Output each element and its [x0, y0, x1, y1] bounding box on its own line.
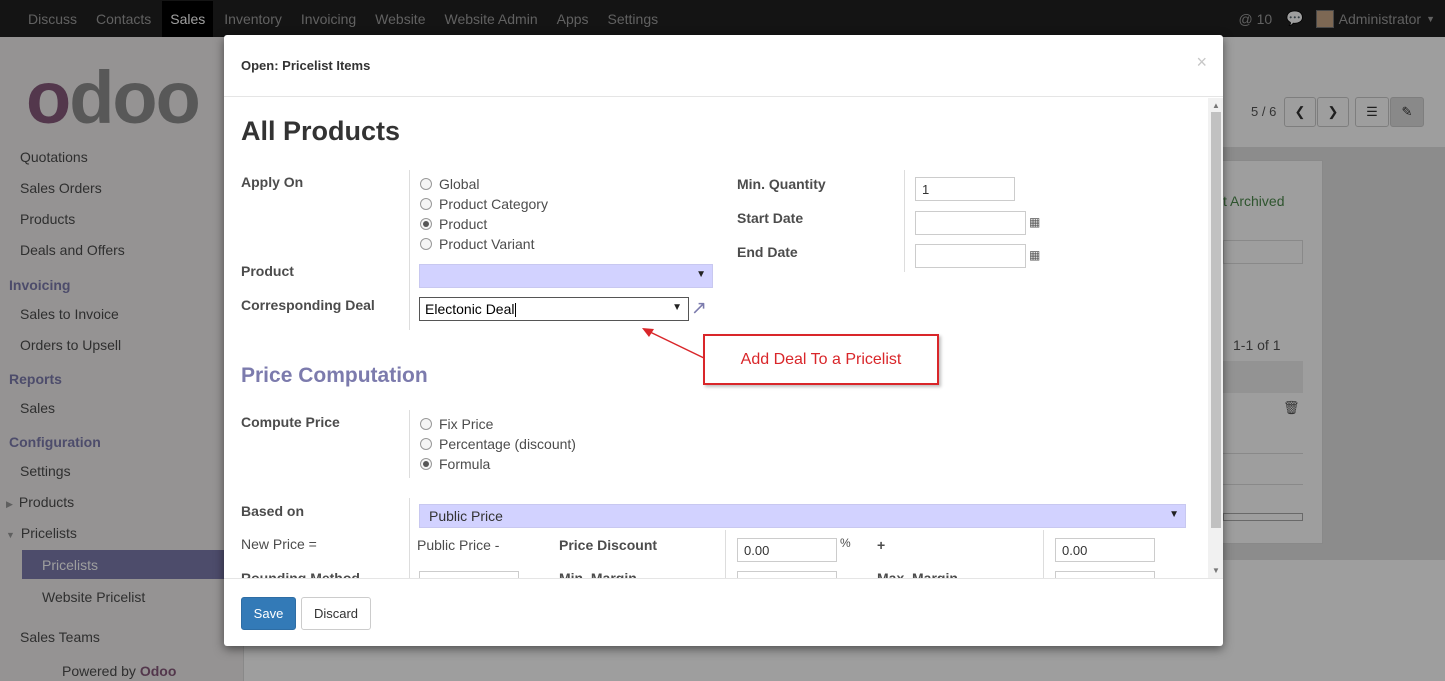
divider — [409, 410, 410, 478]
radio-option[interactable]: Global — [420, 174, 548, 194]
price-discount-label: Price Discount — [559, 537, 658, 553]
radio-label: Product Variant — [439, 236, 535, 252]
scroll-up-icon[interactable]: ▲ — [1212, 101, 1220, 110]
radio-button[interactable] — [420, 238, 432, 250]
rounding-input[interactable] — [419, 571, 519, 578]
divider — [409, 498, 410, 578]
deal-label: Corresponding Deal — [241, 297, 375, 313]
radio-label: Percentage (discount) — [439, 436, 576, 452]
divider — [1043, 530, 1044, 578]
min-margin-label: Min. Margin — [559, 570, 637, 578]
section-title: Price Computation — [241, 364, 428, 387]
radio-label: Product Category — [439, 196, 548, 212]
apply-on-radio-group: Global Product Category Product Product Var… — [420, 174, 548, 254]
compute-price-label: Compute Price — [241, 414, 340, 430]
annotation-arrow — [642, 328, 707, 360]
product-label: Product — [241, 263, 294, 279]
new-price-label: New Price = — [241, 536, 317, 552]
start-date-input[interactable] — [915, 211, 1026, 235]
based-on-select[interactable]: Public Price ▼ — [419, 504, 1186, 528]
scroll-down-icon[interactable]: ▼ — [1212, 566, 1220, 575]
max-margin-input[interactable] — [1055, 571, 1155, 578]
scrollbar[interactable]: ▲ ▼ — [1208, 98, 1223, 578]
close-icon[interactable]: × — [1196, 52, 1207, 73]
radio-option[interactable]: Product Category — [420, 194, 548, 214]
radio-label: Global — [439, 176, 480, 192]
divider — [409, 170, 410, 330]
divider — [725, 530, 726, 578]
radio-option[interactable]: Fix Price — [420, 414, 576, 434]
divider — [904, 170, 905, 272]
based-on-label: Based on — [241, 503, 305, 519]
discard-button[interactable]: Discard — [301, 597, 371, 630]
radio-label: Product — [439, 216, 488, 232]
radio-option[interactable]: Formula — [420, 454, 576, 474]
radio-label: Fix Price — [439, 416, 494, 432]
radio-option[interactable]: Percentage (discount) — [420, 434, 576, 454]
end-date-input[interactable] — [915, 244, 1026, 268]
calendar-icon[interactable]: ▦ — [1029, 248, 1040, 262]
modal-footer: Save Discard — [224, 578, 1223, 646]
page-title: All Products — [241, 116, 401, 146]
save-button[interactable]: Save — [241, 597, 296, 630]
surcharge-input[interactable]: 0.00 — [1055, 538, 1155, 562]
radio-label: Formula — [439, 456, 491, 472]
radio-button[interactable] — [420, 198, 432, 210]
radio-button[interactable] — [420, 458, 432, 470]
min-margin-input[interactable] — [737, 571, 837, 578]
percent-sign: % — [840, 536, 851, 550]
public-price-text: Public Price - — [417, 537, 500, 553]
radio-button[interactable] — [420, 218, 432, 230]
radio-option[interactable]: Product — [420, 214, 548, 234]
price-discount-input[interactable]: 0.00 — [737, 538, 837, 562]
radio-option[interactable]: Product Variant — [420, 234, 548, 254]
caret-down-icon: ▼ — [1169, 509, 1179, 520]
product-select[interactable]: ▼ — [419, 264, 713, 288]
min-quantity-label: Min. Quantity — [737, 176, 826, 192]
plus-sign: + — [877, 537, 886, 553]
annotation-callout: Add Deal To a Pricelist — [703, 334, 939, 385]
start-date-label: Start Date — [737, 210, 804, 226]
caret-down-icon: ▼ — [672, 302, 682, 313]
calendar-icon[interactable]: ▦ — [1029, 215, 1040, 229]
radio-button[interactable] — [420, 178, 432, 190]
scrollbar-thumb[interactable] — [1211, 112, 1221, 528]
end-date-label: End Date — [737, 244, 798, 260]
rounding-method-label: Rounding Method — [241, 570, 360, 578]
compute-price-radio-group: Fix Price Percentage (discount) Formula — [420, 414, 576, 474]
radio-button[interactable] — [420, 418, 432, 430]
max-margin-label: Max. Margin — [877, 570, 958, 578]
modal-title: Open: Pricelist Items — [241, 58, 371, 73]
modal-header: Open: Pricelist Items × — [224, 35, 1223, 97]
min-quantity-input[interactable]: 1 — [915, 177, 1015, 201]
apply-on-label: Apply On — [241, 174, 304, 190]
radio-button[interactable] — [420, 438, 432, 450]
caret-down-icon: ▼ — [696, 269, 706, 280]
